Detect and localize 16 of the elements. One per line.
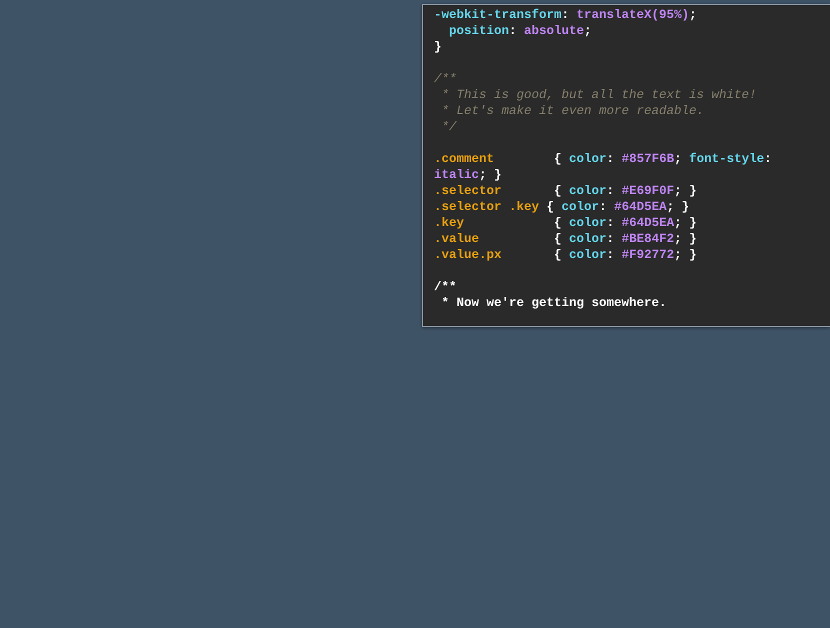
- code-line: /**: [434, 71, 457, 87]
- code-line: * Now we're getting somewhere.: [440, 295, 667, 311]
- code-line: -webkit-transform: translateX(95%);: [434, 7, 697, 23]
- code-line: /**: [434, 279, 457, 295]
- code-line: italic; }: [434, 167, 502, 183]
- code-line: .value.px { color: #F92772; }: [434, 247, 697, 263]
- code-line: .selector { color: #E69F0F; }: [434, 183, 697, 199]
- code-line: position: absolute;: [448, 23, 592, 39]
- code-line: * This is good, but all the text is white!: [440, 87, 757, 103]
- code-line: * Let's make it even more readable.: [440, 103, 704, 119]
- code-line: .value { color: #BE84F2; }: [434, 231, 697, 247]
- code-line: .comment { color: #857F6B; font-style:: [434, 151, 772, 167]
- code-line: .selector .key { color: #64D5EA; }: [434, 199, 690, 215]
- code-line: }: [434, 39, 442, 55]
- code-line: */: [440, 119, 457, 135]
- code-line: .key { color: #64D5EA; }: [434, 215, 697, 231]
